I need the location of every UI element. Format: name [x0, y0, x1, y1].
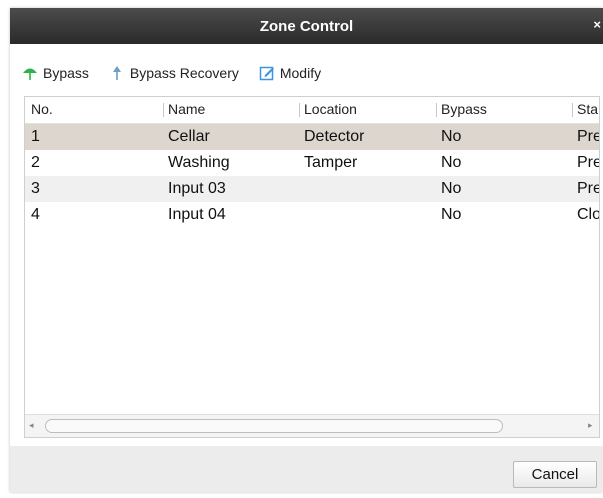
bypass-recovery-button[interactable]: Bypass Recovery — [109, 65, 239, 81]
zone-table: No. Name Location Bypass Sta 1 Cellar De… — [24, 96, 600, 438]
cell-name: Input 04 — [168, 206, 226, 223]
scroll-right-icon[interactable]: ▸ — [588, 420, 593, 431]
cell-status: Pre — [577, 128, 599, 145]
column-divider[interactable] — [572, 103, 573, 117]
column-divider[interactable] — [436, 103, 437, 117]
table-row[interactable]: 1 Cellar Detector No Pre — [25, 124, 599, 150]
table-header: No. Name Location Bypass Sta — [25, 97, 599, 124]
table-row[interactable]: 3 Input 03 No Pre — [25, 176, 599, 202]
cell-location: Tamper — [304, 154, 358, 171]
zone-control-dialog: Zone Control × Bypass Bypass Recovery Mo… — [10, 8, 603, 492]
cell-bypass: No — [441, 206, 462, 223]
cell-status: Clo — [577, 206, 599, 223]
cell-no: 4 — [31, 206, 40, 223]
col-header-status[interactable]: Sta — [577, 101, 599, 117]
cancel-button[interactable]: Cancel — [513, 461, 597, 488]
scroll-left-icon[interactable]: ◂ — [29, 420, 34, 431]
cell-bypass: No — [441, 180, 462, 197]
title-bar: Zone Control × — [10, 8, 603, 44]
toolbar: Bypass Bypass Recovery Modify — [22, 63, 341, 83]
edit-icon — [259, 65, 275, 81]
cell-name: Cellar — [168, 128, 210, 145]
col-header-location[interactable]: Location — [304, 101, 357, 117]
col-header-bypass[interactable]: Bypass — [441, 101, 487, 117]
modify-label: Modify — [279, 65, 322, 81]
column-divider[interactable] — [299, 103, 300, 117]
close-icon[interactable]: × — [593, 17, 601, 32]
umbrella-icon — [22, 65, 38, 81]
cell-location: Detector — [304, 128, 365, 145]
col-header-name[interactable]: Name — [168, 101, 205, 117]
content-panel: Bypass Bypass Recovery Modify No. Name L… — [10, 44, 603, 446]
cell-bypass: No — [441, 128, 462, 145]
cell-no: 3 — [31, 180, 40, 197]
cell-name: Washing — [168, 154, 230, 171]
cell-name: Input 03 — [168, 180, 226, 197]
cell-status: Pre — [577, 154, 599, 171]
modify-button[interactable]: Modify — [259, 65, 321, 81]
cell-status: Pre — [577, 180, 599, 197]
scrollbar-thumb[interactable] — [45, 419, 503, 433]
table-row[interactable]: 2 Washing Tamper No Pre — [25, 150, 599, 176]
bypass-recovery-label: Bypass Recovery — [129, 65, 239, 81]
cell-bypass: No — [441, 154, 462, 171]
col-header-no[interactable]: No. — [31, 101, 53, 117]
cell-no: 2 — [31, 154, 40, 171]
column-divider[interactable] — [163, 103, 164, 117]
pin-icon — [109, 65, 125, 81]
horizontal-scrollbar[interactable]: ◂ ▸ — [25, 414, 599, 437]
bypass-label: Bypass — [43, 65, 89, 81]
table-row[interactable]: 4 Input 04 No Clo — [25, 202, 599, 228]
cell-no: 1 — [31, 128, 40, 145]
bypass-button[interactable]: Bypass — [22, 65, 89, 81]
dialog-title: Zone Control — [259, 17, 354, 35]
dialog-footer: Cancel — [10, 446, 603, 492]
